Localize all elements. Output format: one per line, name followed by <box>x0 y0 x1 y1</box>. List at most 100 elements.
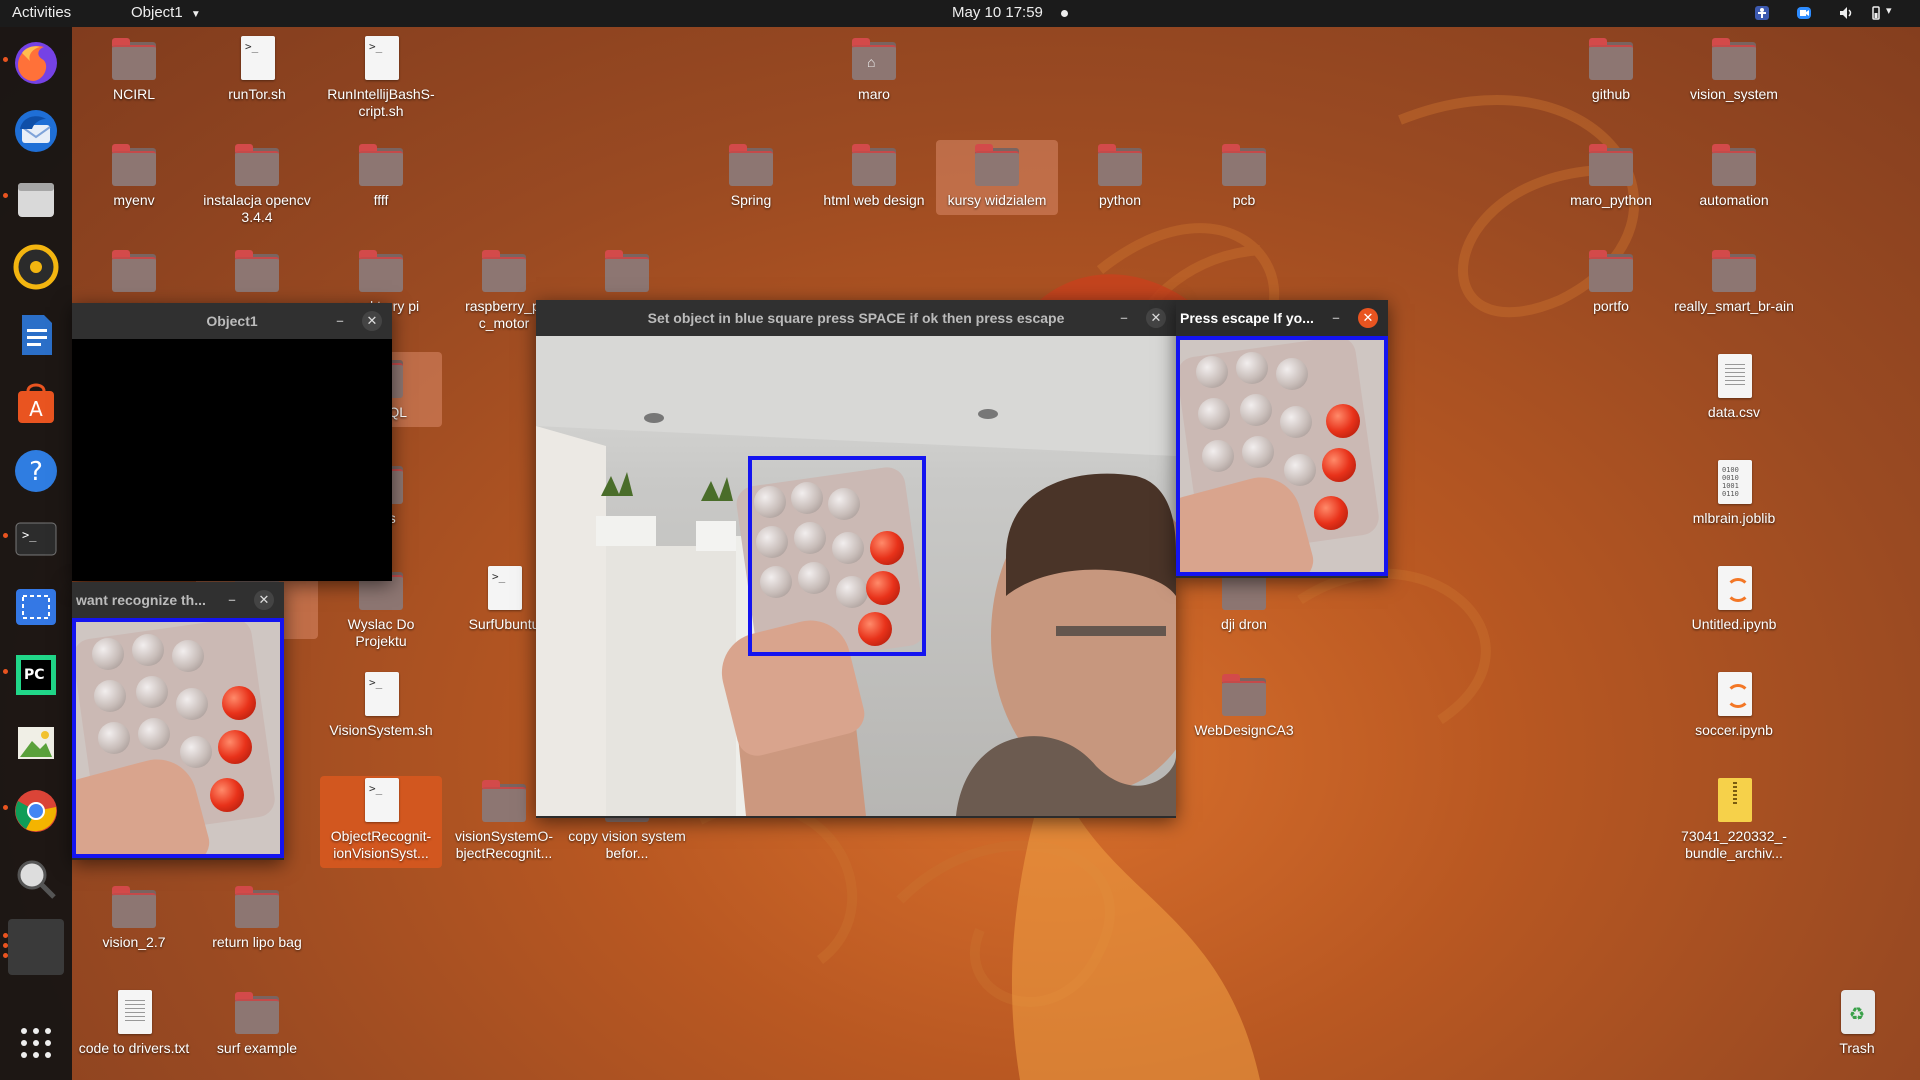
dock-writer[interactable] <box>8 307 64 363</box>
desktop-icon[interactable] <box>566 246 688 298</box>
desktop-icon[interactable]: ♻ Trash <box>1796 988 1918 1057</box>
desktop-icon-label: surf example <box>216 1040 298 1056</box>
desktop-icon[interactable]: myenv <box>73 140 195 209</box>
minimize-icon[interactable]: – <box>222 590 242 610</box>
desktop-icon-label: WebDesignCA3 <box>1194 722 1294 738</box>
help-icon: ? <box>15 450 57 492</box>
close-icon[interactable]: ✕ <box>1358 308 1378 328</box>
activities-button[interactable]: Activities <box>12 4 71 21</box>
trash-icon: ♻ <box>1833 988 1881 1036</box>
terminal-icon: >_ <box>15 522 57 556</box>
desktop-icon[interactable]: >_ ObjectRecognit-ionVisionSyst... <box>320 776 442 868</box>
window-recognize[interactable]: want recognize th... – ✕ <box>72 582 284 860</box>
window-escape-titlebar[interactable]: Press escape If yo... – ✕ <box>1176 300 1388 336</box>
desktop-icon[interactable]: WebDesignCA3 <box>1183 670 1305 739</box>
desktop-icon-label: mlbrain.joblib <box>1692 510 1776 526</box>
desktop-icon[interactable]: 73041_220332_-bundle_archiv... <box>1673 776 1795 862</box>
desktop-icon[interactable]: instalacja opencv 3.4.4 <box>196 140 318 226</box>
dock-image-viewer[interactable] <box>8 715 64 771</box>
minimize-icon[interactable]: – <box>1326 308 1346 328</box>
dock-running-app[interactable] <box>8 919 64 975</box>
folder-icon <box>1096 140 1144 188</box>
app-menu[interactable]: Object1 ▼ <box>131 4 201 21</box>
clock[interactable]: May 10 17:59 <box>952 4 1069 21</box>
dock-firefox[interactable] <box>8 35 64 91</box>
folder-icon <box>233 882 281 930</box>
window-recognize-titlebar[interactable]: want recognize th... – ✕ <box>72 582 284 618</box>
dock-files[interactable] <box>8 171 64 227</box>
notification-dot-icon <box>1061 9 1069 17</box>
desktop-icon-label: data.csv <box>1707 404 1761 420</box>
desktop-icon[interactable]: vision_2.7 <box>73 882 195 951</box>
desktop-icon-label: myenv <box>113 192 155 208</box>
binary-file-icon: 0100 0010 1001 0110 <box>1710 458 1758 506</box>
window-object1[interactable]: Object1 – ✕ <box>72 303 392 581</box>
desktop-icon[interactable]: Spring <box>690 140 812 209</box>
magnifier-icon <box>17 860 56 899</box>
dock-pycharm[interactable]: PC <box>8 647 64 703</box>
zoom-meeting-icon[interactable] <box>1796 5 1812 21</box>
desktop-icon[interactable]: vision_system <box>1673 34 1795 103</box>
accessibility-icon[interactable] <box>1754 5 1770 21</box>
close-icon[interactable]: ✕ <box>362 311 382 331</box>
minimize-icon[interactable]: – <box>1114 308 1134 328</box>
desktop-icon[interactable]: pcb <box>1183 140 1305 209</box>
desktop-icon[interactable]: really_smart_br-ain <box>1673 246 1795 315</box>
desktop-icon[interactable]: soccer.ipynb <box>1673 670 1795 739</box>
dock-help[interactable]: ? <box>8 443 64 499</box>
desktop-icon[interactable]: >_ VisionSystem.sh <box>320 670 442 739</box>
desktop-icon[interactable]: html web design <box>813 140 935 209</box>
dock-chrome[interactable] <box>8 783 64 839</box>
running-app-icon <box>16 927 56 967</box>
folder-icon <box>1220 140 1268 188</box>
dock-thunderbird[interactable] <box>8 103 64 159</box>
camera-frame <box>536 336 1176 816</box>
folder-icon <box>1710 34 1758 82</box>
desktop-icon[interactable]: 0100 0010 1001 0110 mlbrain.joblib <box>1673 458 1795 527</box>
folder-icon <box>233 246 281 294</box>
desktop-icon[interactable]: python <box>1059 140 1181 209</box>
desktop-icon[interactable]: >_ runTor.sh <box>196 34 318 103</box>
folder-icon <box>357 140 405 188</box>
desktop-icon[interactable]: data.csv <box>1673 352 1795 421</box>
dock-rhythmbox[interactable] <box>8 239 64 295</box>
desktop-icon[interactable]: return lipo bag <box>196 882 318 951</box>
volume-icon[interactable] <box>1838 5 1854 21</box>
power-icon[interactable] <box>1868 5 1884 21</box>
desktop-icon-label: dji dron <box>1221 616 1267 632</box>
desktop-icon[interactable]: NCIRL <box>73 34 195 103</box>
desktop-icon[interactable]: code to drivers.txt <box>73 988 195 1057</box>
desktop-icon[interactable]: ffff <box>320 140 442 209</box>
desktop-icon-label: Untitled.ipynb <box>1691 616 1777 632</box>
dock: A ? >_ PC <box>0 27 72 1080</box>
window-object1-titlebar[interactable]: Object1 – ✕ <box>72 303 392 339</box>
dock-magnifier[interactable] <box>8 851 64 907</box>
desktop-icon[interactable]: ⌂ maro <box>813 34 935 103</box>
desktop-icon[interactable]: maro_python <box>1550 140 1672 209</box>
desktop-icon[interactable]: kursy widzialem <box>936 140 1058 215</box>
desktop-icon[interactable]: >_ RunIntellijBashS-cript.sh <box>320 34 442 120</box>
desktop-icon[interactable]: github <box>1550 34 1672 103</box>
desktop-icon-label: NCIRL <box>112 86 155 102</box>
desktop-icon-label: Wyslac Do Projektu <box>347 616 415 649</box>
close-icon[interactable]: ✕ <box>1146 308 1166 328</box>
window-escape[interactable]: Press escape If yo... – ✕ <box>1176 300 1388 578</box>
desktop-icon-label: copy vision system befor... <box>568 828 686 861</box>
minimize-icon[interactable]: – <box>330 311 350 331</box>
desktop-icon[interactable]: surf example <box>196 988 318 1057</box>
target-square <box>748 456 926 656</box>
dock-software[interactable]: A <box>8 375 64 431</box>
dock-screenshot[interactable] <box>8 579 64 635</box>
text-file-icon <box>1710 352 1758 400</box>
window-capture-titlebar[interactable]: Set object in blue square press SPACE if… <box>536 300 1176 336</box>
power-menu-chevron-icon[interactable]: ▾ <box>1886 4 1892 17</box>
desktop-icon[interactable]: portfo <box>1550 246 1672 315</box>
pycharm-icon: PC <box>16 655 56 695</box>
desktop-icon[interactable]: Untitled.ipynb <box>1673 564 1795 633</box>
svg-text:>_: >_ <box>22 528 37 542</box>
window-capture[interactable]: Set object in blue square press SPACE if… <box>536 300 1176 818</box>
dock-terminal[interactable]: >_ <box>8 511 64 567</box>
close-icon[interactable]: ✕ <box>254 590 274 610</box>
dock-show-applications[interactable] <box>8 1015 64 1071</box>
desktop-icon[interactable]: automation <box>1673 140 1795 209</box>
